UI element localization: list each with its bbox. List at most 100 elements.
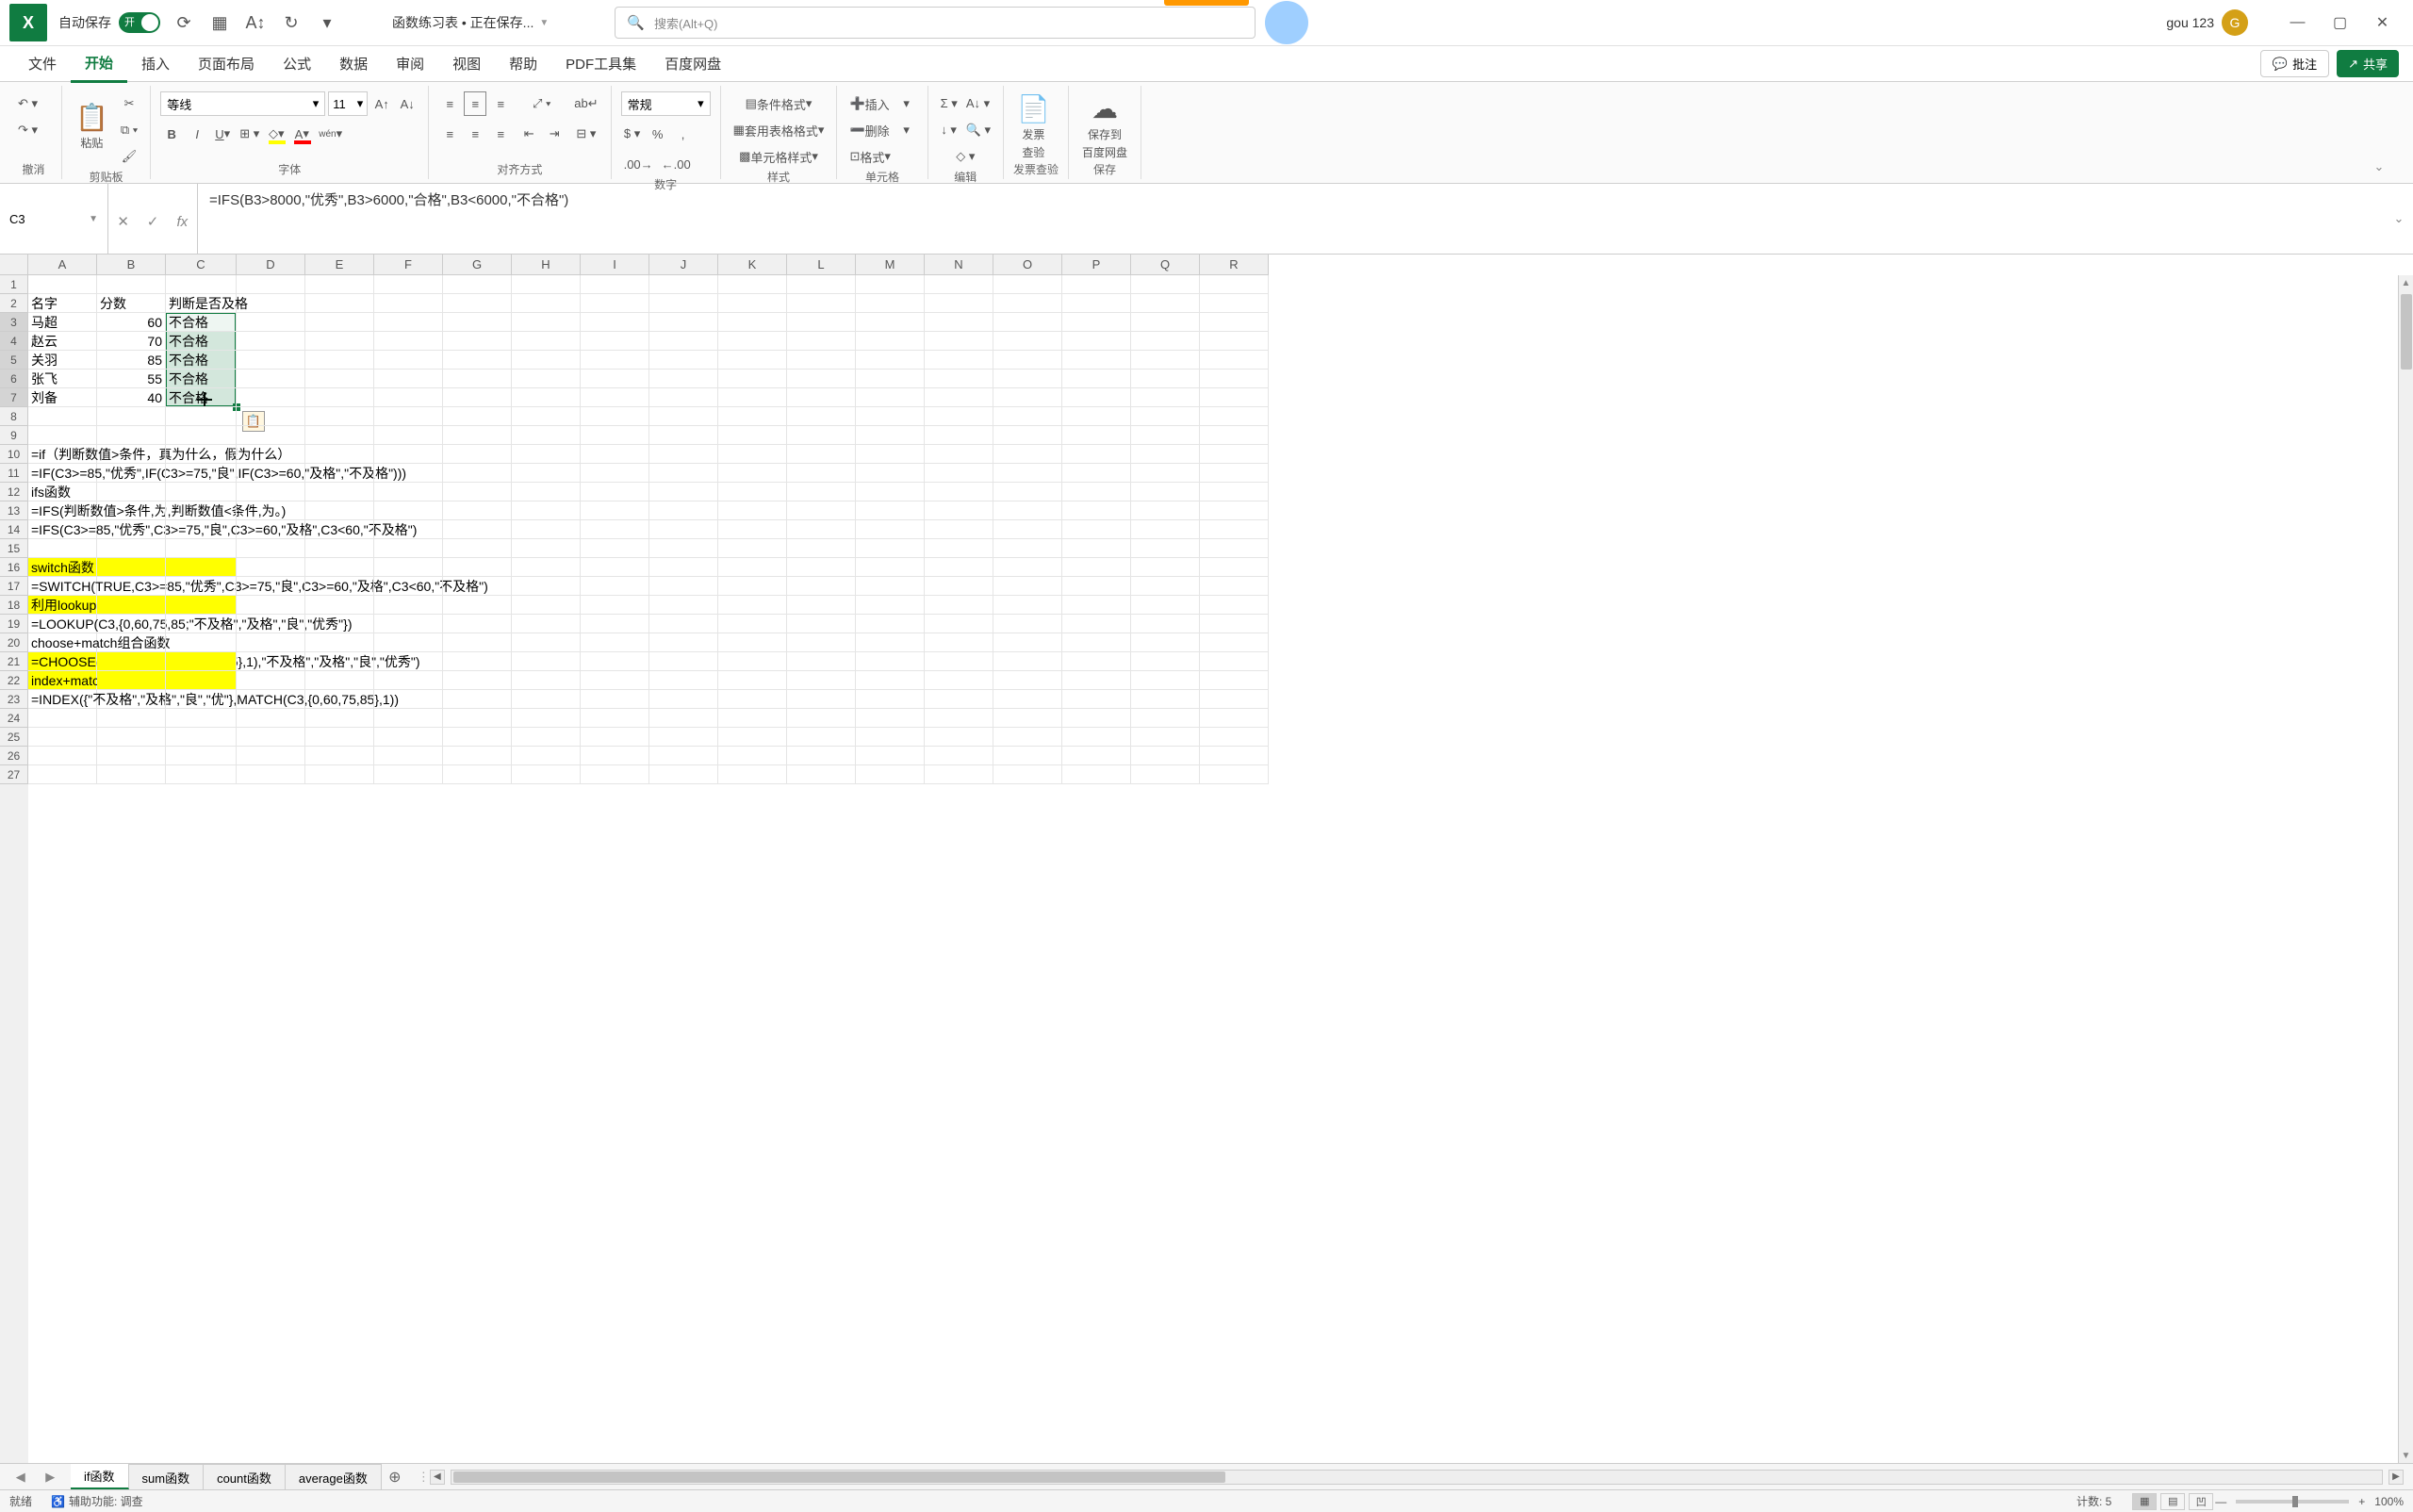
cell-D4[interactable]: [237, 332, 305, 351]
cell-E22[interactable]: [305, 671, 374, 690]
cell-C11[interactable]: [166, 464, 237, 483]
cell-Q22[interactable]: [1131, 671, 1200, 690]
cell-Q11[interactable]: [1131, 464, 1200, 483]
zoom-slider[interactable]: [2236, 1500, 2349, 1504]
cell-I16[interactable]: [581, 558, 649, 577]
wrap-text-button[interactable]: ab↵: [571, 91, 600, 116]
document-title[interactable]: 函数练习表 • 正在保存... ▼: [392, 13, 549, 32]
cell-A9[interactable]: [28, 426, 97, 445]
cell-B10[interactable]: [97, 445, 166, 464]
cell-F27[interactable]: [374, 765, 443, 784]
cell-K25[interactable]: [718, 728, 787, 747]
number-format-select[interactable]: 常规▾: [621, 91, 711, 116]
cell-E26[interactable]: [305, 747, 374, 765]
row-header-15[interactable]: 15: [0, 539, 28, 558]
cell-J15[interactable]: [649, 539, 718, 558]
cell-J10[interactable]: [649, 445, 718, 464]
col-header-P[interactable]: P: [1062, 255, 1131, 275]
cell-O12[interactable]: [993, 483, 1062, 501]
cell-R10[interactable]: [1200, 445, 1269, 464]
cell-L18[interactable]: [787, 596, 856, 615]
cell-G8[interactable]: [443, 407, 512, 426]
cell-R23[interactable]: [1200, 690, 1269, 709]
currency-button[interactable]: $ ▾: [621, 122, 644, 146]
decrease-font-button[interactable]: A↓: [396, 91, 419, 116]
cell-N4[interactable]: [925, 332, 993, 351]
cell-L5[interactable]: [787, 351, 856, 370]
cell-I11[interactable]: [581, 464, 649, 483]
row-header-9[interactable]: 9: [0, 426, 28, 445]
cell-B5[interactable]: 85: [97, 351, 166, 370]
cell-D24[interactable]: [237, 709, 305, 728]
cell-A2[interactable]: 名字: [28, 294, 97, 313]
cell-B1[interactable]: [97, 275, 166, 294]
cell-C21[interactable]: [166, 652, 237, 671]
cell-K5[interactable]: [718, 351, 787, 370]
fill-button[interactable]: ↓ ▾: [938, 118, 960, 142]
cell-I7[interactable]: [581, 388, 649, 407]
refresh-icon[interactable]: ↻: [277, 8, 305, 37]
col-header-A[interactable]: A: [28, 255, 97, 275]
cell-M5[interactable]: [856, 351, 925, 370]
col-header-B[interactable]: B: [97, 255, 166, 275]
tab-review[interactable]: 审阅: [382, 46, 438, 81]
cell-F1[interactable]: [374, 275, 443, 294]
cell-M18[interactable]: [856, 596, 925, 615]
cell-Q24[interactable]: [1131, 709, 1200, 728]
cell-D11[interactable]: [237, 464, 305, 483]
cell-C14[interactable]: [166, 520, 237, 539]
cell-N14[interactable]: [925, 520, 993, 539]
row-header-23[interactable]: 23: [0, 690, 28, 709]
maximize-button[interactable]: ▢: [2319, 8, 2361, 37]
page-layout-view-button[interactable]: ▤: [2160, 1493, 2185, 1510]
cell-N27[interactable]: [925, 765, 993, 784]
cell-R4[interactable]: [1200, 332, 1269, 351]
cell-R17[interactable]: [1200, 577, 1269, 596]
col-header-N[interactable]: N: [925, 255, 993, 275]
cell-K27[interactable]: [718, 765, 787, 784]
cell-D10[interactable]: [237, 445, 305, 464]
cell-C10[interactable]: [166, 445, 237, 464]
cell-B7[interactable]: 40: [97, 388, 166, 407]
cell-A17[interactable]: =SWITCH(TRUE,C3>=85,"优秀",C3>=75,"良",C3>=…: [28, 577, 97, 596]
sheet-tab-1[interactable]: if函数: [71, 1464, 129, 1489]
cell-N8[interactable]: [925, 407, 993, 426]
cell-A15[interactable]: [28, 539, 97, 558]
cell-J11[interactable]: [649, 464, 718, 483]
cell-O3[interactable]: [993, 313, 1062, 332]
cell-K21[interactable]: [718, 652, 787, 671]
qat-more-icon[interactable]: ▾: [313, 8, 341, 37]
cell-P3[interactable]: [1062, 313, 1131, 332]
cell-L21[interactable]: [787, 652, 856, 671]
sheet-tab-3[interactable]: count函数: [204, 1464, 286, 1489]
cell-O4[interactable]: [993, 332, 1062, 351]
cell-A18[interactable]: 利用lookup函数2分法原理: [28, 596, 97, 615]
cell-N19[interactable]: [925, 615, 993, 633]
cell-A27[interactable]: [28, 765, 97, 784]
cell-C9[interactable]: [166, 426, 237, 445]
cell-P22[interactable]: [1062, 671, 1131, 690]
cell-L14[interactable]: [787, 520, 856, 539]
cell-H6[interactable]: [512, 370, 581, 388]
col-header-C[interactable]: C: [166, 255, 237, 275]
row-header-20[interactable]: 20: [0, 633, 28, 652]
cell-A26[interactable]: [28, 747, 97, 765]
row-header-6[interactable]: 6: [0, 370, 28, 388]
cell-A11[interactable]: =IF(C3>=85,"优秀",IF(C3>=75,"良",IF(C3>=60,…: [28, 464, 97, 483]
cell-E14[interactable]: [305, 520, 374, 539]
cell-I14[interactable]: [581, 520, 649, 539]
cell-N9[interactable]: [925, 426, 993, 445]
col-header-J[interactable]: J: [649, 255, 718, 275]
cell-Q13[interactable]: [1131, 501, 1200, 520]
cell-A20[interactable]: choose+match组合函数: [28, 633, 97, 652]
cell-P6[interactable]: [1062, 370, 1131, 388]
row-header-21[interactable]: 21: [0, 652, 28, 671]
zoom-in-button[interactable]: +: [2358, 1495, 2365, 1508]
cell-Q12[interactable]: [1131, 483, 1200, 501]
cell-C18[interactable]: [166, 596, 237, 615]
cell-K13[interactable]: [718, 501, 787, 520]
cell-R20[interactable]: [1200, 633, 1269, 652]
cell-P5[interactable]: [1062, 351, 1131, 370]
cell-R6[interactable]: [1200, 370, 1269, 388]
cell-R8[interactable]: [1200, 407, 1269, 426]
